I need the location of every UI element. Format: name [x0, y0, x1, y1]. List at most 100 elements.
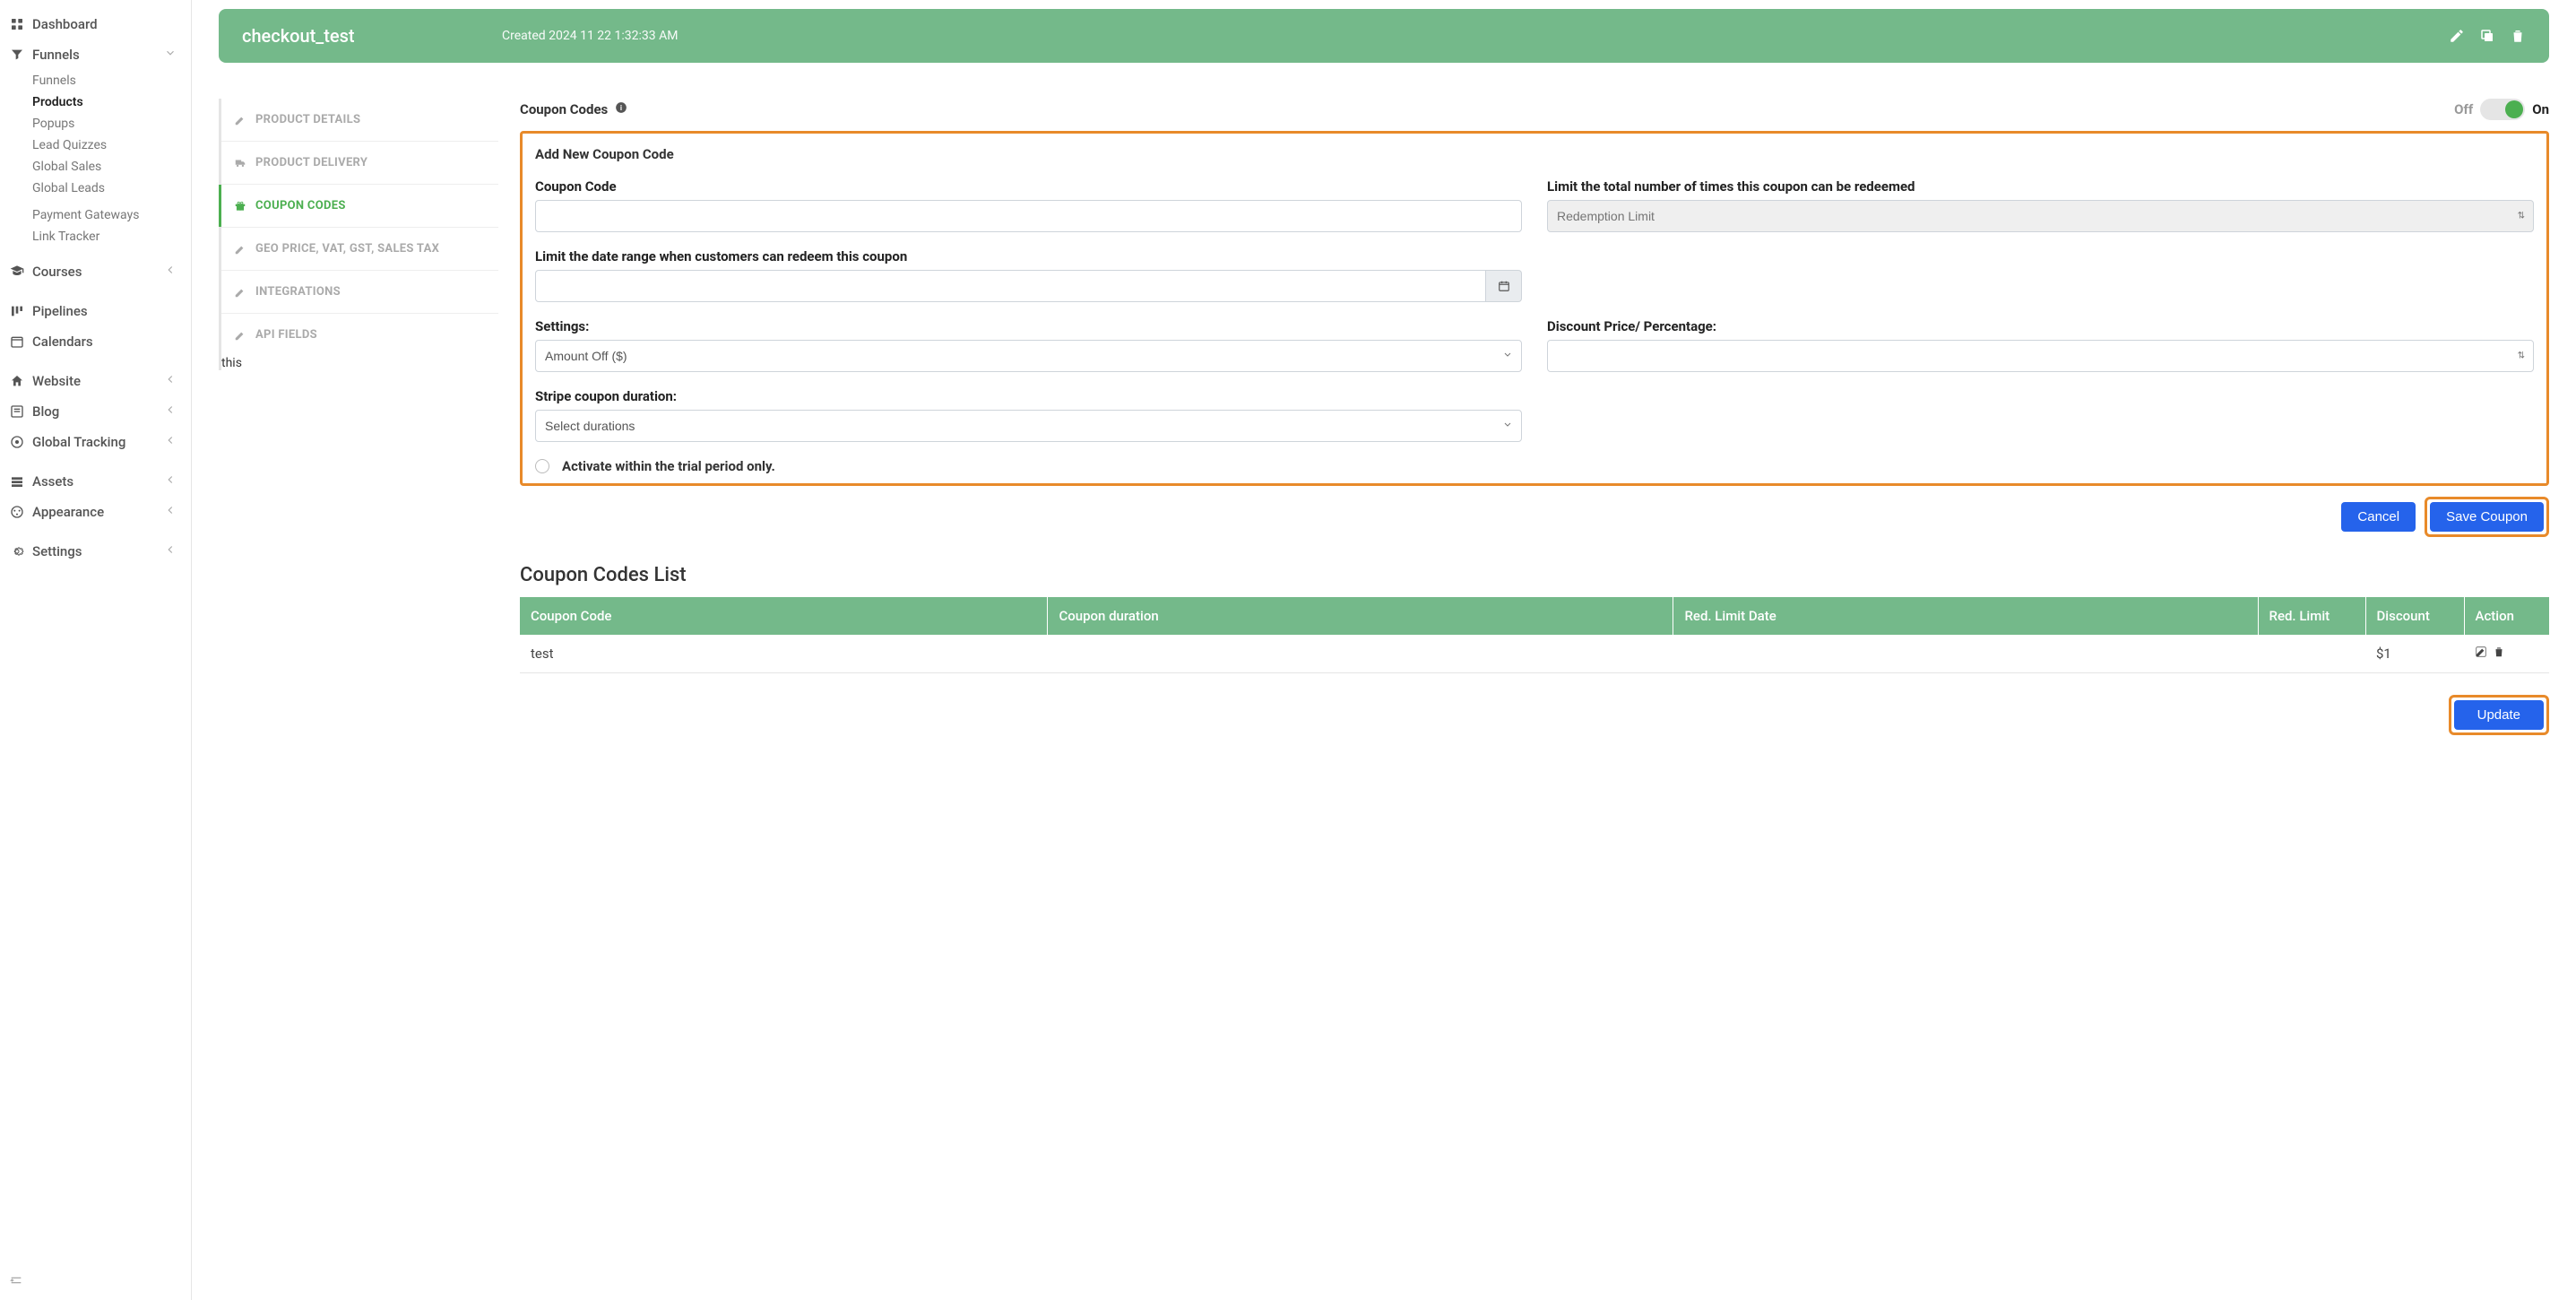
row-edit-icon[interactable] [2475, 646, 2487, 662]
tab-label: COUPON CODES [255, 199, 346, 212]
sidebar-item-dashboard[interactable]: Dashboard [0, 9, 191, 39]
chevron-right-icon [164, 264, 177, 280]
sidebar-sub-payment-gateways[interactable]: Payment Gateways [0, 204, 191, 226]
edit-square-icon [234, 329, 246, 342]
sidebar-item-label: Appearance [32, 504, 157, 520]
save-coupon-button[interactable]: Save Coupon [2430, 502, 2544, 532]
td-action [2464, 635, 2549, 673]
settings-select[interactable]: Amount Off ($) [535, 340, 1522, 372]
edit-square-icon [234, 114, 246, 126]
funnel-icon [9, 47, 25, 63]
calendar-button[interactable] [1486, 270, 1522, 302]
coupon-table: Coupon Code Coupon duration Red. Limit D… [520, 597, 2549, 673]
coupon-toggle[interactable] [2480, 99, 2525, 120]
gift-icon [234, 200, 246, 212]
copy-icon[interactable] [2479, 28, 2495, 44]
th-action: Action [2464, 597, 2549, 635]
pipeline-icon [9, 303, 25, 319]
toggle-knob [2505, 100, 2523, 118]
td-duration [1048, 635, 1673, 673]
update-highlight: Update [2449, 695, 2549, 735]
sidebar-sub-global-sales[interactable]: Global Sales [0, 156, 191, 178]
sidebar-item-funnels[interactable]: Funnels [0, 39, 191, 70]
tab-product-delivery[interactable]: PRODUCT DELIVERY [221, 142, 498, 185]
sidebar-item-website[interactable]: Website [0, 366, 191, 396]
sidebar-sub-products[interactable]: Products [0, 91, 191, 113]
sidebar-item-label: Funnels [32, 47, 157, 63]
panel: Coupon Codes i Off On Add New Cou [520, 99, 2549, 735]
coupon-code-input[interactable] [535, 200, 1522, 232]
info-icon[interactable]: i [615, 101, 627, 117]
sidebar-item-blog[interactable]: Blog [0, 396, 191, 427]
sidebar-sub-funnels[interactable]: Funnels [0, 70, 191, 91]
cancel-button[interactable]: Cancel [2341, 502, 2416, 532]
page-created-text: Created 2024 11 22 1:32:33 AM [502, 29, 2422, 43]
redemption-limit-input[interactable] [1547, 200, 2534, 232]
sidebar-sub-global-leads[interactable]: Global Leads [0, 178, 191, 199]
chevron-right-icon [164, 434, 177, 450]
redemption-limit-field: Limit the total number of times this cou… [1547, 178, 2534, 232]
sidebar-sub-popups[interactable]: Popups [0, 113, 191, 134]
sidebar-collapse-button[interactable] [5, 1270, 27, 1295]
tab-label: PRODUCT DETAILS [255, 113, 360, 126]
trial-radio-row[interactable]: Activate within the trial period only. [535, 458, 2534, 474]
th-code: Coupon Code [520, 597, 1048, 635]
page-header: checkout_test Created 2024 11 22 1:32:33… [219, 9, 2549, 63]
calendar-icon [9, 334, 25, 350]
tab-coupon-codes[interactable]: COUPON CODES [221, 185, 498, 228]
sidebar-item-global-tracking[interactable]: Global Tracking [0, 427, 191, 457]
sidebar-item-label: Settings [32, 543, 157, 559]
sidebar-item-pipelines[interactable]: Pipelines [0, 296, 191, 326]
truck-icon [234, 157, 246, 169]
coupon-list-title: Coupon Codes List [520, 564, 2549, 586]
td-limit [2258, 635, 2365, 673]
appearance-icon [9, 504, 25, 520]
date-range-label: Limit the date range when customers can … [535, 248, 1522, 264]
th-duration: Coupon duration [1048, 597, 1673, 635]
trash-icon[interactable] [2510, 28, 2526, 44]
th-discount: Discount [2365, 597, 2464, 635]
edit-icon[interactable] [2449, 28, 2465, 44]
settings-field: Settings: Amount Off ($) [535, 318, 1522, 372]
th-limit: Red. Limit [2258, 597, 2365, 635]
sidebar-item-courses[interactable]: Courses [0, 256, 191, 287]
tabs-column: PRODUCT DETAILS PRODUCT DELIVERY COUPON … [219, 99, 498, 370]
sidebar-item-label: Assets [32, 473, 157, 490]
tab-api-fields[interactable]: API FIELDS [221, 314, 498, 356]
sidebar-sub-link-tracker[interactable]: Link Tracker [0, 226, 191, 247]
chevron-right-icon [164, 473, 177, 490]
update-button[interactable]: Update [2454, 700, 2544, 730]
date-range-field: Limit the date range when customers can … [535, 248, 1522, 302]
td-discount: $1 [2365, 635, 2464, 673]
sidebar-item-label: Website [32, 373, 157, 389]
tab-geo-price[interactable]: GEO PRICE, VAT, GST, SALES TAX [221, 228, 498, 271]
coupon-code-field: Coupon Code [535, 178, 1522, 232]
sidebar-item-label: Pipelines [32, 303, 177, 319]
toggle-on-label: On [2532, 101, 2549, 117]
sidebar-item-settings[interactable]: Settings [0, 536, 191, 567]
sidebar-item-assets[interactable]: Assets [0, 466, 191, 497]
tab-product-details[interactable]: PRODUCT DETAILS [221, 99, 498, 142]
sidebar-item-label: Courses [32, 264, 157, 280]
svg-text:i: i [620, 103, 622, 112]
date-range-input[interactable] [535, 270, 1486, 302]
sidebar-sub-lead-quizzes[interactable]: Lead Quizzes [0, 134, 191, 156]
assets-icon [9, 473, 25, 490]
row-delete-icon[interactable] [2493, 646, 2505, 662]
table-row: test $1 [520, 635, 2549, 673]
stripe-duration-field: Stripe coupon duration: Select durations [535, 388, 1522, 442]
discount-input[interactable] [1547, 340, 2534, 372]
sidebar-item-calendars[interactable]: Calendars [0, 326, 191, 357]
tab-integrations[interactable]: INTEGRATIONS [221, 271, 498, 314]
home-icon [9, 373, 25, 389]
sidebar-item-appearance[interactable]: Appearance [0, 497, 191, 527]
stripe-duration-select[interactable]: Select durations [535, 410, 1522, 442]
header-actions [2449, 28, 2526, 44]
trial-radio-label: Activate within the trial period only. [562, 458, 775, 474]
settings-label: Settings: [535, 318, 1522, 334]
discount-label: Discount Price/ Percentage: [1547, 318, 2534, 334]
discount-field: Discount Price/ Percentage: ⇅ [1547, 318, 2534, 372]
redemption-limit-label: Limit the total number of times this cou… [1547, 178, 2534, 195]
sidebar: Dashboard Funnels Funnels Products Popup… [0, 0, 192, 1300]
settings-icon [9, 543, 25, 559]
